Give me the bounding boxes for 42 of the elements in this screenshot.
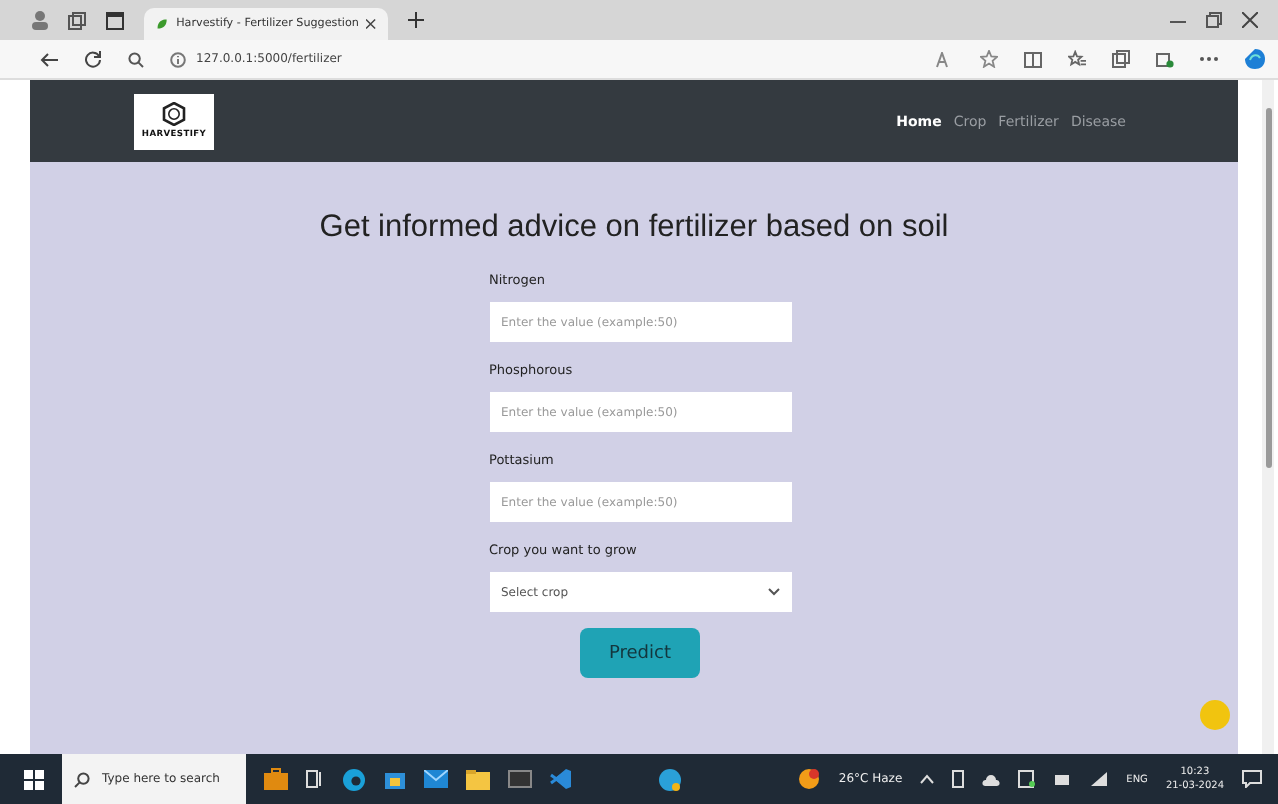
copilot-icon[interactable]: [1244, 48, 1266, 70]
page-heading: Get informed advice on fertilizer based on soil: [319, 210, 949, 246]
tab-actions-icon[interactable]: [106, 11, 124, 29]
folder-icon[interactable]: [466, 769, 490, 789]
scrollbar[interactable]: [1262, 80, 1274, 754]
split-screen-icon[interactable]: [1024, 51, 1042, 67]
task-view-icon[interactable]: [306, 770, 324, 788]
chevron-down-icon: [767, 588, 779, 596]
device-icon[interactable]: [952, 770, 965, 788]
restore-icon[interactable]: [1206, 12, 1222, 28]
help-icon[interactable]: [658, 767, 683, 791]
extensions-icon[interactable]: [1156, 50, 1174, 68]
read-aloud-icon[interactable]: [936, 51, 954, 67]
cloud-icon[interactable]: [982, 773, 1001, 785]
monitor-icon[interactable]: [508, 769, 532, 789]
code-editor-icon[interactable]: [550, 768, 572, 790]
refresh-icon[interactable]: [84, 50, 102, 68]
tablet-icon[interactable]: [1018, 770, 1037, 788]
wifi-icon[interactable]: [1090, 772, 1109, 786]
weather-icon: [798, 768, 821, 790]
info-icon: [170, 51, 186, 67]
star-icon[interactable]: [980, 50, 998, 68]
close-icon[interactable]: [366, 18, 376, 30]
profile-icon[interactable]: [32, 10, 48, 30]
briefcase-icon[interactable]: [264, 768, 288, 790]
battery-icon[interactable]: [1054, 773, 1073, 785]
search-icon: [74, 771, 90, 787]
more-icon[interactable]: [1200, 56, 1218, 62]
caret-up-icon[interactable]: [920, 774, 935, 784]
browser-icon[interactable]: [342, 767, 366, 791]
windows-start-icon[interactable]: [24, 769, 44, 789]
collections-icon[interactable]: [68, 11, 86, 29]
favorites-icon[interactable]: [1068, 50, 1086, 68]
leaf-icon: [156, 16, 169, 32]
search-icon[interactable]: [128, 51, 144, 67]
close-icon[interactable]: [1242, 12, 1258, 28]
back-icon[interactable]: [40, 51, 58, 67]
collections-icon[interactable]: [1112, 50, 1130, 68]
notification-icon[interactable]: [1242, 770, 1262, 788]
store-icon[interactable]: [384, 768, 406, 790]
predict-button[interactable]: Predict: [580, 628, 700, 678]
new-tab-icon[interactable]: [408, 12, 424, 28]
